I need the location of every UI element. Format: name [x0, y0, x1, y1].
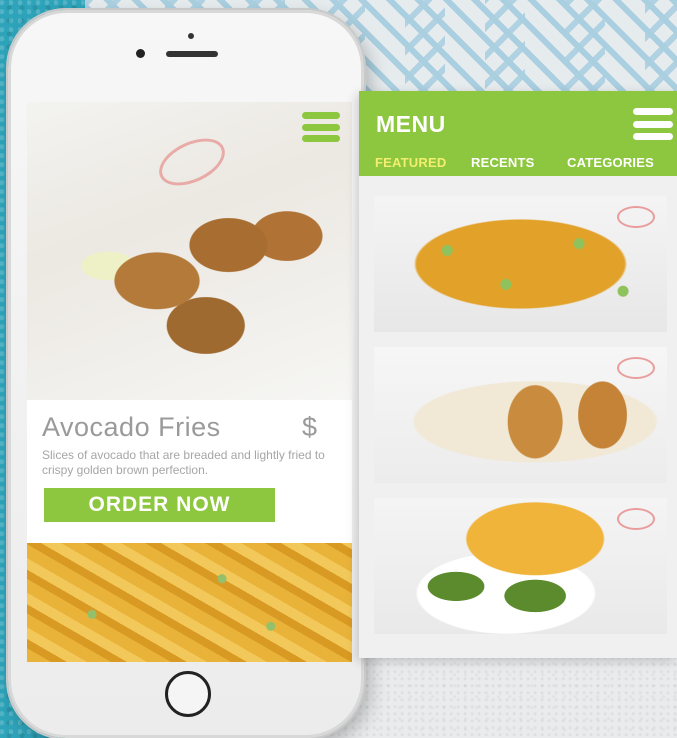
menu-icon[interactable]	[302, 112, 340, 142]
menu-icon-bar	[633, 120, 673, 128]
menu-card-nachos[interactable]	[374, 196, 667, 332]
phone-screen: Avocado Fries $ Slices of avocado that a…	[27, 102, 352, 662]
phone-mockup: Avocado Fries $ Slices of avocado that a…	[8, 10, 364, 738]
brand-logo-print	[617, 357, 655, 379]
tab-recents[interactable]: RECENTS	[471, 155, 535, 170]
tab-featured[interactable]: FEATURED	[375, 155, 446, 170]
phone-camera	[136, 49, 145, 58]
menu-icon-bar	[302, 123, 340, 131]
menu-icon-bar	[302, 135, 340, 142]
item-price: $	[302, 412, 318, 442]
brand-logo-print	[617, 508, 655, 530]
menu-icon[interactable]	[633, 108, 673, 140]
paper-logo-print	[151, 129, 233, 195]
menu-title: MENU	[376, 111, 446, 137]
menu-card-chips-guacamole[interactable]	[374, 498, 667, 634]
menu-card-tacos[interactable]	[374, 347, 667, 483]
next-item-image[interactable]	[27, 543, 352, 662]
menu-header: MENU FEATURED RECENTS CATEGORIES	[359, 91, 677, 176]
order-now-button[interactable]: ORDER NOW	[44, 488, 275, 522]
menu-icon-bar	[633, 108, 673, 115]
phone-sensor	[188, 33, 194, 39]
item-title: Avocado Fries	[42, 412, 221, 442]
menu-icon-bar	[302, 112, 340, 119]
menu-icon-bar	[633, 133, 673, 140]
menu-app-panel: MENU FEATURED RECENTS CATEGORIES	[359, 91, 677, 658]
tab-categories[interactable]: CATEGORIES	[567, 155, 654, 170]
item-description: Slices of avocado that are breaded and l…	[42, 448, 325, 477]
featured-item-details: Avocado Fries $ Slices of avocado that a…	[27, 400, 352, 532]
phone-speaker	[166, 51, 218, 57]
brand-logo-print	[617, 206, 655, 228]
avocado-fries-image	[27, 102, 352, 400]
home-button[interactable]	[165, 671, 211, 717]
